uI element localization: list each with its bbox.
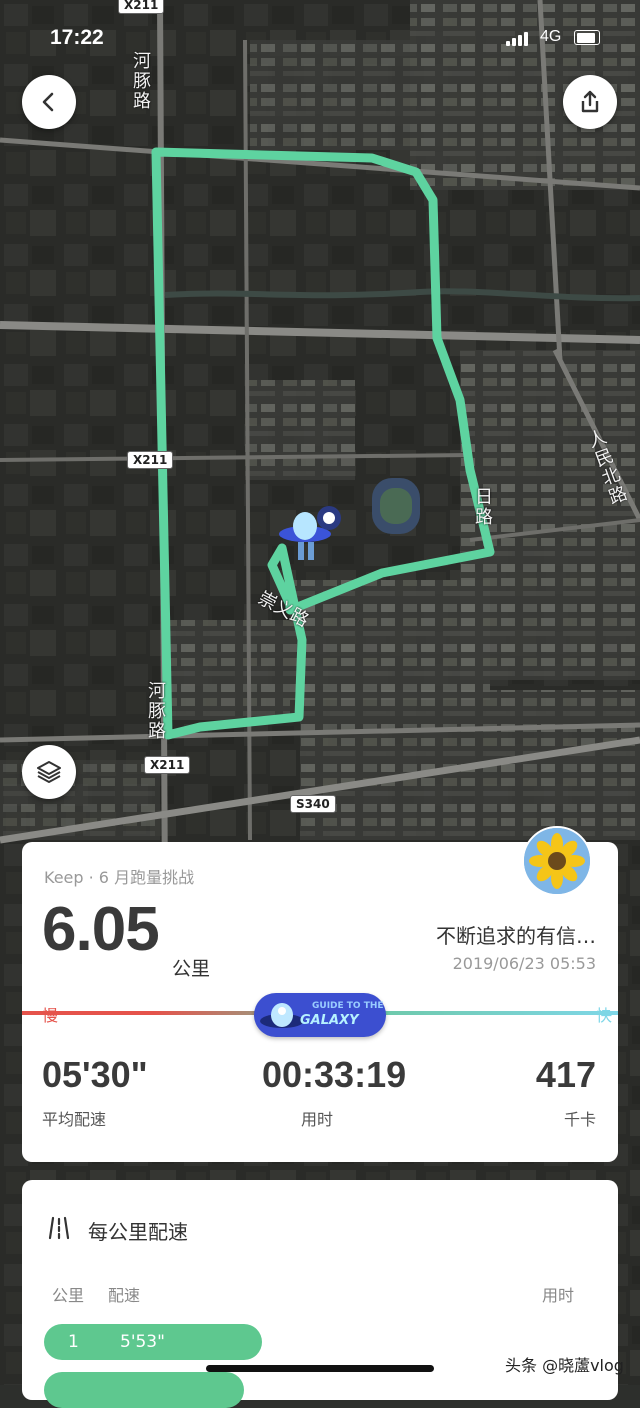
layers-icon	[37, 761, 61, 783]
cellular-signal-icon	[506, 32, 528, 46]
split-km: 1	[68, 1332, 79, 1352]
sunflower-avatar-image	[524, 828, 590, 894]
road-icon	[48, 1216, 70, 1240]
status-time: 17:22	[50, 26, 104, 49]
road-label-x211-mid: X211	[127, 451, 174, 469]
street-name-right: 日路	[475, 487, 493, 528]
col-pace-header: 配速	[108, 1286, 141, 1305]
split-pace: 5'53"	[120, 1332, 165, 1352]
username[interactable]: 不断追求的有信…	[436, 920, 596, 949]
chevron-left-icon	[42, 92, 54, 112]
map-layers-button[interactable]	[22, 745, 76, 799]
duration-value: 00:33:19	[262, 1054, 407, 1095]
share-button[interactable]	[563, 75, 617, 129]
col-km-header: 公里	[52, 1286, 85, 1305]
avg-pace-value: 05'30"	[42, 1054, 148, 1095]
street-name-hetun-bottom: 河豚路	[148, 681, 166, 742]
road-label-s340: S340	[290, 795, 336, 813]
calories-value: 417	[535, 1054, 596, 1095]
split-row: 1 5'53"	[44, 1324, 262, 1360]
badge-line-2: GALAXY	[300, 1013, 359, 1028]
distance-value: 6.05	[42, 895, 160, 964]
map-canvas	[0, 0, 640, 1385]
split-row	[44, 1372, 244, 1408]
network-type: 4G	[540, 28, 562, 45]
col-time-header: 用时	[541, 1286, 574, 1305]
splits-title: 每公里配速	[88, 1220, 188, 1244]
watermark: 头条 @晓蘆vlog	[505, 1356, 624, 1375]
status-bar: 17:22 4G	[0, 0, 640, 70]
back-button[interactable]	[22, 75, 76, 129]
home-indicator[interactable]	[206, 1365, 434, 1372]
duration-label: 用时	[301, 1110, 334, 1129]
avatar[interactable]	[522, 826, 592, 896]
badge-line-1: GUIDE TO THE	[312, 1001, 384, 1011]
battery-icon	[574, 30, 600, 45]
galaxy-badge[interactable]: GUIDE TO THE GALAXY	[254, 993, 386, 1037]
share-icon	[581, 90, 599, 113]
road-label-x211-bottom: X211	[144, 756, 191, 774]
satellite-map[interactable]: X211 X211 X211 S340 河豚路 河豚路 人民北路 崇义路 日路	[0, 0, 640, 1385]
avg-pace-label: 平均配速	[42, 1110, 107, 1129]
calories-label: 千卡	[563, 1110, 596, 1129]
challenge-label[interactable]: Keep · 6 月跑量挑战	[44, 864, 194, 888]
distance-unit: 公里	[172, 958, 211, 980]
run-datetime: 2019/06/23 05:53	[452, 954, 596, 973]
